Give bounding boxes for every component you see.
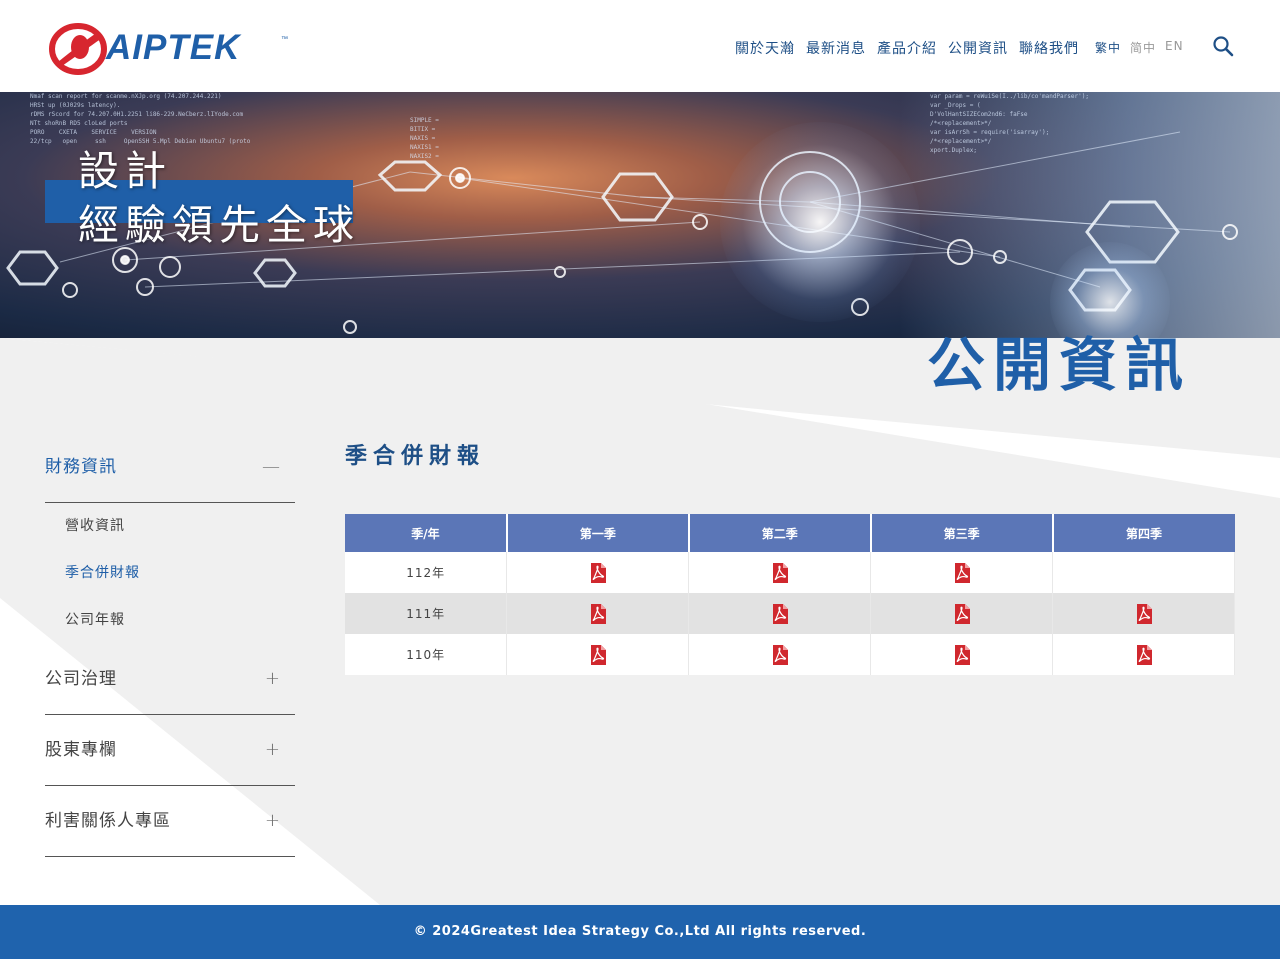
main-nav: 關於天瀚 最新消息 產品介紹 公開資訊 聯絡我們 bbox=[735, 38, 1079, 58]
hero-banner: Nmaf scan report for scanme.nXJp.org (74… bbox=[0, 92, 1280, 338]
sidebar-header-finance[interactable]: 財務資訊 — bbox=[45, 432, 295, 502]
sidebar-header-shareholders[interactable]: 股東專欄 + bbox=[45, 715, 295, 785]
logo-wordmark: AIPTEK bbox=[106, 28, 241, 67]
site-header: AIPTEK ™ 關於天瀚 最新消息 產品介紹 公開資訊 聯絡我們 繁中 简中 … bbox=[0, 0, 1280, 92]
pdf-download-icon[interactable] bbox=[772, 562, 788, 583]
banner-slogan-line2: 經驗領先全球 bbox=[78, 201, 360, 249]
year-cell: 110年 bbox=[345, 634, 508, 675]
column-header-year: 季/年 bbox=[345, 514, 508, 552]
lang-traditional-chinese[interactable]: 繁中 bbox=[1095, 39, 1121, 56]
sidebar-header-label: 財務資訊 bbox=[45, 457, 117, 477]
pdf-download-icon[interactable] bbox=[590, 644, 606, 665]
expand-icon[interactable]: + bbox=[265, 644, 281, 714]
sidebar-item-quarterly-report[interactable]: 季合併財報 bbox=[45, 550, 295, 597]
sidebar-section-stakeholders: 利害關係人專區 + bbox=[45, 786, 295, 857]
sidebar-section-finance: 財務資訊 — bbox=[45, 432, 295, 503]
year-cell: 112年 bbox=[345, 552, 508, 593]
search-icon[interactable] bbox=[1212, 35, 1234, 57]
pdf-download-icon[interactable] bbox=[590, 603, 606, 624]
aiptek-logo[interactable]: AIPTEK ™ bbox=[48, 22, 293, 76]
sidebar-header-label: 股東專欄 bbox=[45, 740, 117, 760]
sidebar: 財務資訊 — 營收資訊 季合併財報 公司年報 公司治理 + 股東專欄 + 利害關… bbox=[45, 432, 295, 857]
year-cell: 111年 bbox=[345, 593, 508, 634]
quarter-cell-q1 bbox=[506, 593, 690, 634]
site-footer: © 2024Greatest Idea Strategy Co.,Ltd All… bbox=[0, 905, 1280, 959]
sidebar-header-label: 公司治理 bbox=[45, 669, 117, 689]
table-row: 112年 bbox=[345, 552, 1235, 593]
quarter-cell-q2 bbox=[688, 634, 872, 675]
nav-contact[interactable]: 聯絡我們 bbox=[1019, 38, 1079, 58]
quarter-cell-q1 bbox=[506, 552, 690, 593]
banner-slogan-line1: 設計 bbox=[78, 147, 172, 195]
nav-about[interactable]: 關於天瀚 bbox=[735, 38, 795, 58]
quarter-cell-q3 bbox=[870, 552, 1054, 593]
column-header-q2: 第二季 bbox=[688, 514, 872, 552]
nav-investor-info[interactable]: 公開資訊 bbox=[948, 38, 1008, 58]
table-row: 110年 bbox=[345, 634, 1235, 675]
quarter-cell-q2 bbox=[688, 552, 872, 593]
pdf-download-icon[interactable] bbox=[1136, 644, 1152, 665]
pdf-download-icon[interactable] bbox=[954, 644, 970, 665]
quarterly-report-table: 季/年 第一季 第二季 第三季 第四季 112年 111年 110年 bbox=[345, 514, 1235, 675]
collapse-icon[interactable]: — bbox=[262, 432, 281, 502]
quarter-cell-q1 bbox=[506, 634, 690, 675]
pdf-download-icon[interactable] bbox=[772, 603, 788, 624]
table-header-row: 季/年 第一季 第二季 第三季 第四季 bbox=[345, 514, 1235, 552]
sidebar-item-annual-report[interactable]: 公司年報 bbox=[45, 597, 295, 644]
column-header-q4: 第四季 bbox=[1052, 514, 1235, 552]
sidebar-finance-submenu: 營收資訊 季合併財報 公司年報 bbox=[45, 503, 295, 644]
quarter-cell-q3 bbox=[870, 634, 1054, 675]
quarter-cell-q2 bbox=[688, 593, 872, 634]
logo-trademark: ™ bbox=[281, 36, 288, 43]
nav-products[interactable]: 產品介紹 bbox=[877, 38, 937, 58]
nav-news[interactable]: 最新消息 bbox=[806, 38, 866, 58]
pdf-download-icon[interactable] bbox=[954, 603, 970, 624]
expand-icon[interactable]: + bbox=[265, 786, 281, 856]
column-header-q3: 第三季 bbox=[870, 514, 1054, 552]
banner-slogan: 設計 經驗領先全球 bbox=[78, 144, 360, 252]
sidebar-header-governance[interactable]: 公司治理 + bbox=[45, 644, 295, 714]
table-body: 112年 111年 110年 bbox=[345, 552, 1235, 675]
lang-simplified-chinese[interactable]: 简中 bbox=[1130, 39, 1156, 56]
quarter-cell-q4 bbox=[1052, 552, 1235, 593]
table-row: 111年 bbox=[345, 593, 1235, 634]
quarter-cell-q4 bbox=[1052, 634, 1235, 675]
lang-english[interactable]: EN bbox=[1165, 39, 1184, 56]
copyright-text: © 2024Greatest Idea Strategy Co.,Ltd All… bbox=[413, 924, 867, 939]
sidebar-section-shareholders: 股東專欄 + bbox=[45, 715, 295, 786]
pdf-download-icon[interactable] bbox=[772, 644, 788, 665]
sidebar-header-stakeholders[interactable]: 利害關係人專區 + bbox=[45, 786, 295, 856]
column-header-q1: 第一季 bbox=[506, 514, 690, 552]
sidebar-header-label: 利害關係人專區 bbox=[45, 811, 171, 831]
pdf-download-icon[interactable] bbox=[1136, 603, 1152, 624]
pdf-download-icon[interactable] bbox=[954, 562, 970, 583]
pdf-download-icon[interactable] bbox=[590, 562, 606, 583]
quarter-cell-q3 bbox=[870, 593, 1054, 634]
quarter-cell-q4 bbox=[1052, 593, 1235, 634]
page-title: 公開資訊 bbox=[927, 331, 1192, 399]
sidebar-item-revenue[interactable]: 營收資訊 bbox=[45, 503, 295, 550]
sidebar-section-governance: 公司治理 + bbox=[45, 644, 295, 715]
section-title: 季合併財報 bbox=[345, 444, 486, 469]
language-switcher: 繁中 简中 EN bbox=[1095, 39, 1184, 56]
logo-swoosh-icon bbox=[49, 23, 107, 75]
expand-icon[interactable]: + bbox=[265, 715, 281, 785]
